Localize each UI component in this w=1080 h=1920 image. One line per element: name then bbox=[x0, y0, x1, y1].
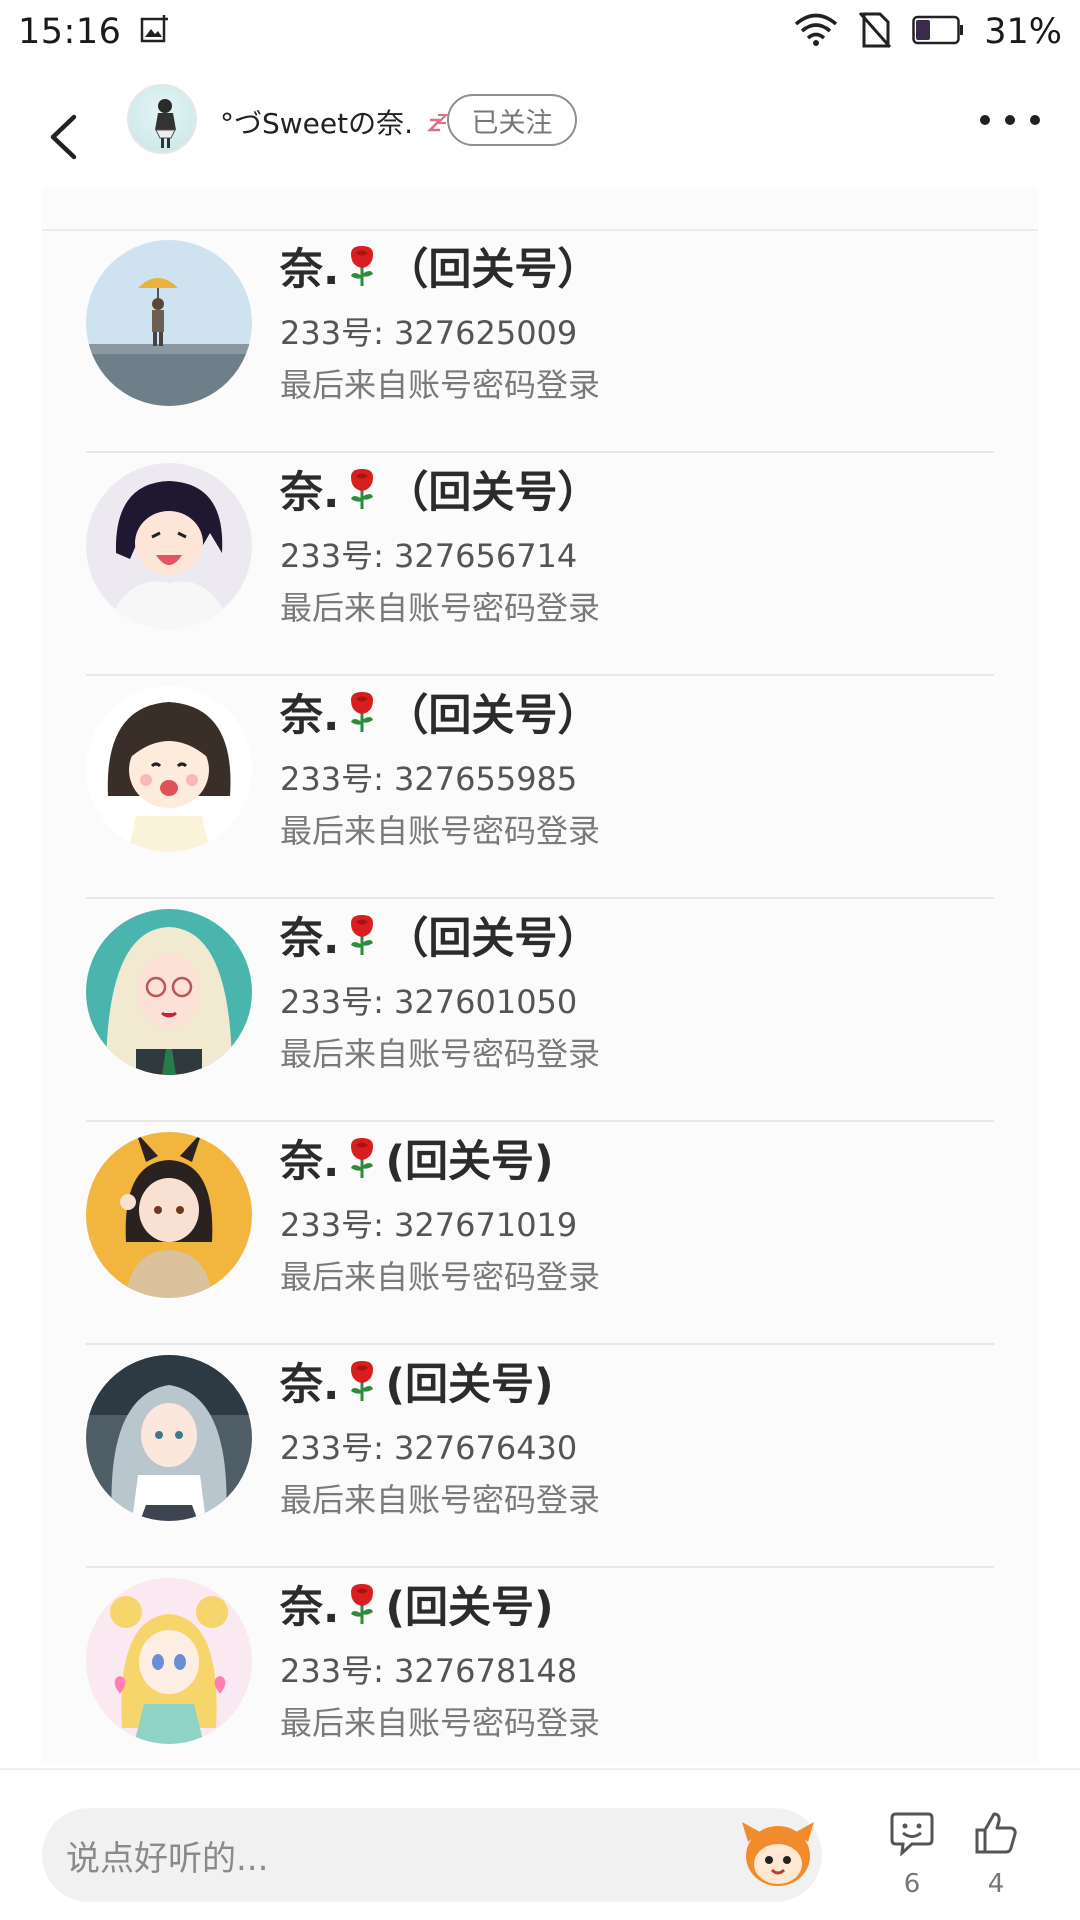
sleep-zzz-icon bbox=[426, 114, 449, 132]
umbrella-girl-avatar[interactable] bbox=[86, 240, 252, 406]
account-name-suffix: (回关号) bbox=[385, 1360, 554, 1410]
mascot-emoji-icon[interactable] bbox=[740, 1812, 816, 1894]
account-name: 奈. （回关号） bbox=[280, 458, 600, 520]
account-name-suffix: （回关号） bbox=[385, 691, 601, 741]
account-id: 233号: 327625009 bbox=[280, 314, 578, 352]
author-avatar[interactable] bbox=[127, 84, 197, 154]
comment-smile-icon bbox=[890, 1812, 934, 1857]
account-id: 233号: 327678148 bbox=[280, 1652, 578, 1690]
silver-hair-girl-avatar[interactable] bbox=[86, 1355, 252, 1521]
account-list-item[interactable]: 奈. (回关号) 233号: 327676430 最后来自账号密码登录 bbox=[42, 1345, 1038, 1568]
account-list-item[interactable]: 奈. （回关号） 233号: 327655985 最后来自账号密码登录 bbox=[42, 676, 1038, 899]
account-name: 奈. （回关号） bbox=[280, 904, 600, 966]
battery-icon bbox=[912, 15, 964, 49]
account-list-item[interactable]: 奈. （回关号） 233号: 327601050 最后来自账号密码登录 bbox=[42, 899, 1038, 1122]
account-name: 奈. （回关号） bbox=[280, 235, 600, 297]
account-name-suffix: (回关号) bbox=[385, 1137, 554, 1187]
rose-icon bbox=[351, 915, 374, 955]
account-name-suffix: （回关号） bbox=[385, 468, 601, 518]
happy-chibi-girl-avatar[interactable] bbox=[86, 686, 252, 852]
account-id: 233号: 327601050 bbox=[280, 983, 578, 1021]
comment-placeholder: 说点好听的... bbox=[66, 1838, 269, 1879]
no-sim-icon bbox=[858, 11, 892, 53]
comments-button[interactable]: 6 bbox=[880, 1810, 944, 1920]
sailor-moon-avatar[interactable] bbox=[86, 1578, 252, 1744]
account-login-source: 最后来自账号密码登录 bbox=[280, 1704, 601, 1742]
account-name: 奈. (回关号) bbox=[280, 1127, 554, 1189]
account-list-item[interactable]: 奈. （回关号） 233号: 327656714 最后来自账号密码登录 bbox=[42, 453, 1038, 676]
author-name[interactable]: °づSweetの奈. bbox=[220, 102, 450, 142]
account-id: 233号: 327656714 bbox=[280, 537, 578, 575]
rose-icon bbox=[351, 246, 374, 286]
comment-input[interactable]: 说点好听的... bbox=[42, 1808, 822, 1902]
rose-icon bbox=[351, 1138, 374, 1178]
account-name-text: 奈. bbox=[280, 1360, 340, 1410]
account-name-text: 奈. bbox=[280, 691, 340, 741]
account-login-source: 最后来自账号密码登录 bbox=[280, 1481, 601, 1519]
battery-percent: 31% bbox=[984, 12, 1062, 52]
status-time: 15:16 bbox=[18, 12, 122, 52]
account-id: 233号: 327676430 bbox=[280, 1429, 578, 1467]
author-name-text: °づSweetの奈. bbox=[220, 107, 414, 140]
account-name-suffix: （回关号） bbox=[385, 245, 601, 295]
account-name-text: 奈. bbox=[280, 468, 340, 518]
account-list-item[interactable]: 奈. (回关号) 233号: 327671019 最后来自账号密码登录 bbox=[42, 1122, 1038, 1345]
more-dot-icon bbox=[1030, 115, 1040, 125]
account-name: 奈. (回关号) bbox=[280, 1573, 554, 1635]
account-name: 奈. （回关号） bbox=[280, 681, 600, 743]
account-list-item[interactable]: 奈. (回关号) 233号: 327678148 最后来自账号密码登录 bbox=[42, 1568, 1038, 1791]
rose-icon bbox=[351, 1361, 374, 1401]
thumbs-up-icon bbox=[975, 1812, 1017, 1854]
like-count: 4 bbox=[987, 1869, 1005, 1899]
account-name-text: 奈. bbox=[280, 245, 340, 295]
back-button[interactable] bbox=[36, 102, 90, 172]
account-name-suffix: (回关号) bbox=[385, 1583, 554, 1633]
more-dot-icon bbox=[1005, 115, 1015, 125]
laughing-anime-boy-avatar[interactable] bbox=[86, 463, 252, 629]
post-header: °づSweetの奈. 已关注 bbox=[0, 84, 1080, 194]
follow-button[interactable]: 已关注 bbox=[447, 94, 577, 146]
more-dot-icon bbox=[980, 115, 990, 125]
rose-icon bbox=[351, 469, 374, 509]
account-name-text: 奈. bbox=[280, 1137, 340, 1187]
account-login-source: 最后来自账号密码登录 bbox=[280, 1258, 601, 1296]
account-login-source: 最后来自账号密码登录 bbox=[280, 1035, 601, 1073]
account-list: 奈. （回关号） 233号: 327625009 最后来自账号密码登录 奈. （回关号… bbox=[42, 230, 1038, 1791]
more-options-button[interactable] bbox=[980, 100, 1040, 140]
account-id: 233号: 327671019 bbox=[280, 1206, 578, 1244]
gallery-notification-icon bbox=[139, 15, 169, 49]
account-name: 奈. (回关号) bbox=[280, 1350, 554, 1412]
account-login-source: 最后来自账号密码登录 bbox=[280, 812, 601, 850]
rose-icon bbox=[351, 1584, 374, 1624]
comment-count: 6 bbox=[903, 1869, 921, 1899]
account-login-source: 最后来自账号密码登录 bbox=[280, 589, 601, 627]
account-name-text: 奈. bbox=[280, 1583, 340, 1633]
bunny-ear-girl-avatar[interactable] bbox=[86, 1132, 252, 1298]
wifi-icon bbox=[794, 13, 838, 51]
account-name-text: 奈. bbox=[280, 914, 340, 964]
account-login-source: 最后来自账号密码登录 bbox=[280, 366, 601, 404]
account-list-item[interactable]: 奈. （回关号） 233号: 327625009 最后来自账号密码登录 bbox=[42, 230, 1038, 453]
comment-bar: 说点好听的... 6 4 bbox=[0, 1768, 1080, 1920]
account-id: 233号: 327655985 bbox=[280, 760, 578, 798]
post-image-card: 奈. （回关号） 233号: 327625009 最后来自账号密码登录 奈. （回关号… bbox=[42, 188, 1038, 1763]
like-button[interactable]: 4 bbox=[964, 1810, 1028, 1920]
account-name-suffix: （回关号） bbox=[385, 914, 601, 964]
blonde-glasses-girl-avatar[interactable] bbox=[86, 909, 252, 1075]
status-bar: 15:16 31% bbox=[0, 0, 1080, 64]
rose-icon bbox=[351, 692, 374, 732]
chevron-left-icon bbox=[50, 114, 77, 160]
